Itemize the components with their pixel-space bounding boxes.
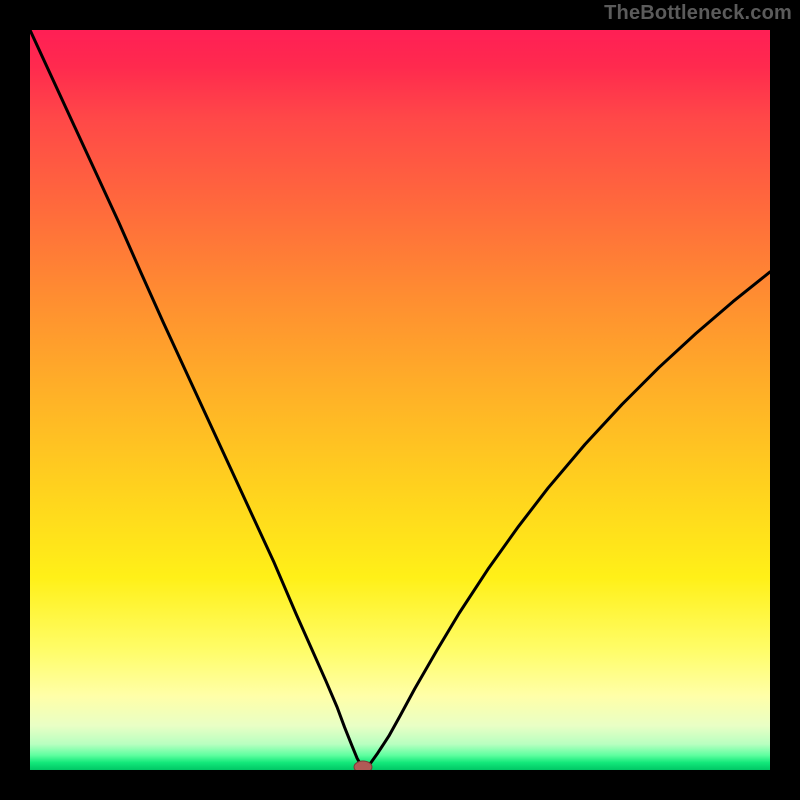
chart-frame: TheBottleneck.com [0,0,800,800]
watermark-text: TheBottleneck.com [604,2,792,25]
curve-svg [30,30,770,770]
plot-area [30,30,770,770]
bottleneck-curve-path [30,30,770,769]
minimum-marker [354,761,372,770]
